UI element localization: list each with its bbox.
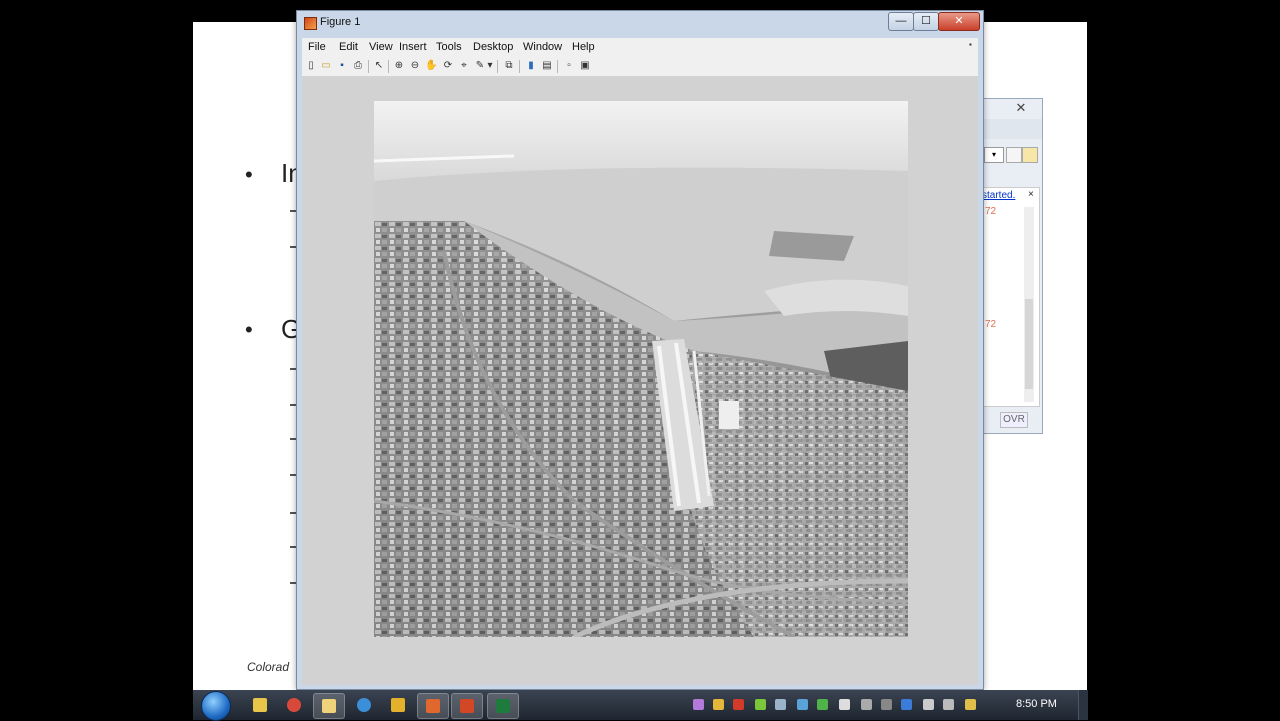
taskbar-app-sun[interactable]: [383, 693, 413, 717]
toolbar-separator: [388, 60, 389, 73]
taskbar-app-chrome[interactable]: [279, 693, 309, 717]
matlab-desktop-window[interactable]: ✕ ▾ started. × 72 72 OVR: [975, 98, 1043, 434]
taskbar-app-excel[interactable]: [487, 693, 519, 719]
window-title: Figure 1: [320, 16, 361, 28]
legend-icon[interactable]: ▤: [541, 60, 553, 72]
close-button[interactable]: ✕: [938, 12, 980, 31]
taskbar-app-explorer[interactable]: [245, 693, 275, 717]
pan-hand-icon[interactable]: ✋: [425, 60, 437, 72]
minimize-button[interactable]: —: [888, 12, 914, 31]
tray-paint-icon[interactable]: [693, 699, 704, 710]
tray-nvidia-icon[interactable]: [817, 699, 828, 710]
excel-icon: [496, 699, 510, 713]
browser-icon: [357, 698, 371, 712]
toolbar-strip: [976, 119, 1042, 139]
select-arrow-icon[interactable]: ↖: [373, 60, 385, 72]
show-plot-tools-icon[interactable]: ▣: [579, 60, 591, 72]
taskbar-app-powerpoint[interactable]: [451, 693, 483, 719]
toolbar-separator: [497, 60, 498, 73]
tray-tools-icon[interactable]: [775, 699, 786, 710]
sun-icon: [391, 698, 405, 712]
figure-canvas[interactable]: [302, 77, 978, 685]
menu-dock-icon[interactable]: ▪: [969, 40, 972, 49]
scrollbar-thumb[interactable]: [1025, 299, 1033, 389]
print-icon[interactable]: ⎙: [352, 60, 364, 72]
menu-file[interactable]: File: [308, 41, 326, 53]
taskbar-app-matlab[interactable]: [417, 693, 449, 719]
zoom-in-icon[interactable]: ⊕: [393, 60, 405, 72]
menu-bar: File Edit View Insert Tools Desktop Wind…: [302, 38, 978, 58]
brush-dropdown-icon[interactable]: ▾: [486, 60, 494, 72]
matlab-logo-icon: [304, 17, 317, 30]
menu-help[interactable]: Help: [572, 41, 595, 53]
aerial-photo-graphic: [374, 101, 908, 637]
brush-icon[interactable]: ✎: [474, 60, 486, 72]
tray-user-icon[interactable]: [713, 699, 724, 710]
current-folder-dropdown[interactable]: ▾: [984, 147, 1004, 163]
link-plot-icon[interactable]: ⧉: [503, 60, 515, 72]
new-figure-icon[interactable]: ▯: [305, 60, 317, 72]
zoom-out-icon[interactable]: ⊖: [409, 60, 421, 72]
tray-battery-icon[interactable]: [755, 699, 766, 710]
slide-footer: Colorad: [247, 660, 290, 674]
figure-toolbar: ▯ ▭ ▪ ⎙ ↖ ⊕ ⊖ ✋ ⟳ ⌖ ✎ ▾ ⧉ ▮ ▤ ▫ ▣: [302, 58, 978, 77]
rotate-3d-icon[interactable]: ⟳: [442, 60, 454, 72]
colorbar-icon[interactable]: ▮: [525, 60, 537, 72]
menu-edit[interactable]: Edit: [339, 41, 358, 53]
figure-window[interactable]: Figure 1 — ☐ ✕ File Edit View Insert Too…: [296, 10, 984, 690]
taskbar: 8:50 PM: [193, 690, 1088, 721]
aerial-photo-image[interactable]: [374, 101, 908, 637]
toolbar-separator: [519, 60, 520, 73]
maximize-button[interactable]: ☐: [913, 12, 939, 31]
tray-flag-icon[interactable]: [839, 699, 850, 710]
open-file-icon[interactable]: ▭: [320, 60, 332, 72]
tray-network-icon[interactable]: [901, 699, 912, 710]
title-bar[interactable]: Figure 1 — ☐ ✕: [297, 11, 983, 35]
save-icon[interactable]: ▪: [336, 60, 348, 72]
tray-antivirus-icon[interactable]: [733, 699, 744, 710]
taskbar-app-ie[interactable]: [349, 693, 379, 717]
close-pane-icon[interactable]: ×: [1028, 189, 1034, 200]
tray-dropbox-icon[interactable]: [797, 699, 808, 710]
start-button[interactable]: [201, 691, 231, 721]
powerpoint-icon: [460, 699, 474, 713]
menu-tools[interactable]: Tools: [436, 41, 462, 53]
folder-icon: [253, 698, 267, 712]
system-clock[interactable]: 8:50 PM: [1016, 698, 1057, 710]
menu-window[interactable]: Window: [523, 41, 562, 53]
command-output-text: 72: [985, 206, 997, 217]
menu-desktop[interactable]: Desktop: [473, 41, 513, 53]
folder-icon[interactable]: [1022, 147, 1038, 163]
menu-insert[interactable]: Insert: [399, 41, 427, 53]
matlab-icon: [426, 699, 440, 713]
tray-keyboard-icon[interactable]: [861, 699, 872, 710]
tray-security-icon[interactable]: [965, 699, 976, 710]
toolbar-separator: [368, 60, 369, 73]
data-cursor-icon[interactable]: ⌖: [458, 60, 470, 72]
getting-started-link[interactable]: started.: [982, 190, 1015, 201]
bullet-marker: •: [245, 162, 253, 187]
bullet-marker: •: [245, 317, 253, 342]
tray-device-icon[interactable]: [943, 699, 954, 710]
close-icon[interactable]: ✕: [1008, 100, 1034, 116]
command-output-text: 72: [985, 319, 997, 330]
hide-plot-tools-icon[interactable]: ▫: [563, 60, 575, 72]
menu-view[interactable]: View: [369, 41, 393, 53]
show-desktop-button[interactable]: [1078, 690, 1088, 720]
library-icon: [322, 699, 336, 713]
browse-folder-button[interactable]: [1006, 147, 1022, 163]
toolbar-separator: [557, 60, 558, 73]
taskbar-app-files[interactable]: [313, 693, 345, 719]
tray-display-icon[interactable]: [881, 699, 892, 710]
chrome-icon: [287, 698, 301, 712]
volume-icon[interactable]: [923, 699, 934, 710]
overwrite-status: OVR: [1000, 412, 1028, 428]
